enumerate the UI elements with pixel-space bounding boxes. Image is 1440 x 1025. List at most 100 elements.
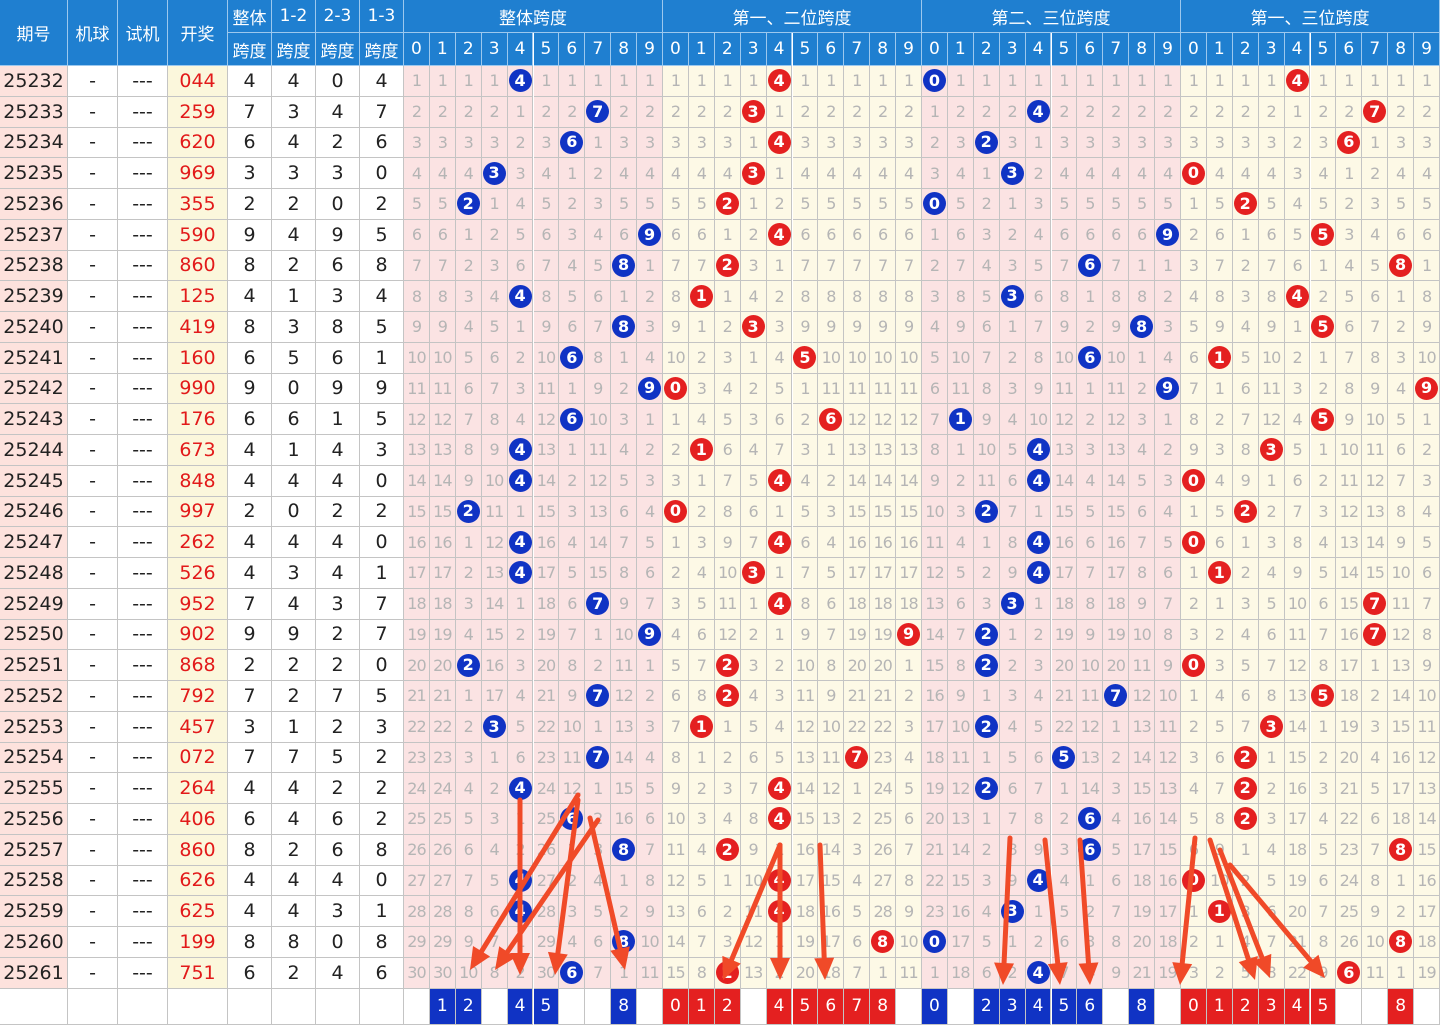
miss-count: 7 <box>663 711 689 743</box>
machine-cell: - <box>68 650 118 681</box>
miss-count: 4 <box>740 281 767 312</box>
span-ball-cell: 2 <box>714 650 741 681</box>
miss-count: 16 <box>533 527 560 558</box>
miss-count: 5 <box>559 558 586 589</box>
miss-count: 2 <box>1258 96 1285 128</box>
miss-count: 6 <box>818 588 845 620</box>
period-cell: 25252 <box>0 681 68 712</box>
miss-count: 3 <box>1388 342 1415 374</box>
miss-count: 9 <box>818 312 845 343</box>
trial-cell: --- <box>118 558 168 589</box>
footer-marked-digit: 1 <box>1206 988 1233 1025</box>
blue-span-ball: 4 <box>1026 530 1050 554</box>
span-trend-chart: 期号 机球 试机 开奖 整体 跨度 1-2 跨度 2-3 跨度 1-3 跨度 整体跨度 0 1 2 3 4 5 6 7 8… <box>0 0 1440 1025</box>
header-trial: 试机 <box>118 0 168 66</box>
miss-count: 9 <box>999 865 1026 897</box>
miss-count: 16 <box>922 681 948 712</box>
red-span-ball: 4 <box>767 130 791 154</box>
miss-count: 6 <box>1206 742 1233 774</box>
draw-cell: 751 <box>168 957 228 989</box>
header-span_all-top: 整体 <box>228 0 272 33</box>
miss-count: 1 <box>455 66 482 97</box>
miss-count: 3 <box>1103 127 1130 159</box>
miss-count: 5 <box>896 773 922 804</box>
footer-marked-digit: 8 <box>870 988 897 1025</box>
span-value: 6 <box>228 342 272 374</box>
miss-count: 1 <box>896 650 922 681</box>
miss-count: 15 <box>663 957 689 989</box>
miss-count: 13 <box>1051 435 1078 466</box>
digit-header: 0 <box>922 33 948 66</box>
miss-count: 1 <box>1206 588 1233 620</box>
miss-count: 4 <box>455 773 482 804</box>
miss-count: 4 <box>637 158 663 189</box>
miss-count: 7 <box>611 527 638 558</box>
miss-count: 4 <box>507 404 534 435</box>
period-cell: 25250 <box>0 619 68 651</box>
miss-count: 28 <box>870 896 897 927</box>
miss-count: 2 <box>973 189 1000 220</box>
miss-count: 1 <box>714 219 741 251</box>
span-ball-cell: 8 <box>1388 927 1415 958</box>
digit-header: 3 <box>740 33 767 66</box>
draw-cell: 072 <box>168 742 228 774</box>
miss-count: 1 <box>870 66 897 97</box>
miss-count: 12 <box>740 927 767 958</box>
machine-cell: - <box>68 834 118 866</box>
miss-count: 1 <box>714 711 741 743</box>
miss-count: 1 <box>663 527 689 558</box>
blue-span-ball: 4 <box>1026 561 1050 585</box>
span-value: 2 <box>272 650 316 681</box>
red-span-ball: 4 <box>767 530 791 554</box>
span-ball-cell: 1 <box>688 281 715 312</box>
miss-count: 14 <box>922 619 948 651</box>
miss-count: 1 <box>663 404 689 435</box>
miss-count: 2 <box>1155 435 1181 466</box>
miss-count: 2 <box>818 465 845 497</box>
red-span-ball: 0 <box>1181 469 1205 493</box>
span-value: 4 <box>228 66 272 97</box>
miss-count: 3 <box>429 127 456 159</box>
trial-cell: --- <box>118 66 168 97</box>
miss-count: 1 <box>922 96 948 128</box>
span-ball-cell: 7 <box>585 742 612 774</box>
miss-count: 2 <box>922 127 948 159</box>
miss-count: 9 <box>1181 435 1207 466</box>
span-value: 0 <box>360 465 404 497</box>
miss-count: 6 <box>1284 250 1311 282</box>
miss-count: 20 <box>844 650 871 681</box>
miss-count: 21 <box>1129 957 1156 989</box>
miss-count: 7 <box>1258 927 1285 958</box>
miss-count: 4 <box>1388 373 1415 405</box>
miss-count: 1 <box>999 189 1026 220</box>
span-ball-cell: 0 <box>922 927 948 958</box>
miss-count: 1 <box>1414 66 1440 97</box>
miss-count: 4 <box>507 189 534 220</box>
span-ball-cell: 3 <box>481 158 508 189</box>
miss-count: 3 <box>766 681 793 712</box>
machine-cell: - <box>68 804 118 835</box>
miss-count: 9 <box>455 465 482 497</box>
draw-cell: 792 <box>168 681 228 712</box>
miss-count: 1 <box>973 158 1000 189</box>
digit-header: 3 <box>999 33 1026 66</box>
span-value: 6 <box>360 127 404 159</box>
span-ball-cell: 6 <box>1077 342 1104 374</box>
miss-count: 8 <box>663 281 689 312</box>
span-value: 4 <box>316 957 360 989</box>
miss-count: 2 <box>1310 465 1337 497</box>
miss-count: 3 <box>1310 773 1337 804</box>
miss-count: 8 <box>818 650 845 681</box>
span-ball-cell: 4 <box>1025 558 1052 589</box>
miss-count: 6 <box>1362 281 1389 312</box>
miss-count: 3 <box>999 127 1026 159</box>
miss-count: 8 <box>922 435 948 466</box>
footer-empty <box>1103 988 1130 1025</box>
miss-count: 3 <box>1181 127 1207 159</box>
miss-count: 4 <box>1077 465 1104 497</box>
span-value: 5 <box>360 219 404 251</box>
miss-count: 6 <box>533 219 560 251</box>
miss-count: 16 <box>1129 804 1156 835</box>
miss-count: 6 <box>740 496 767 528</box>
span-ball-cell: 6 <box>559 342 586 374</box>
